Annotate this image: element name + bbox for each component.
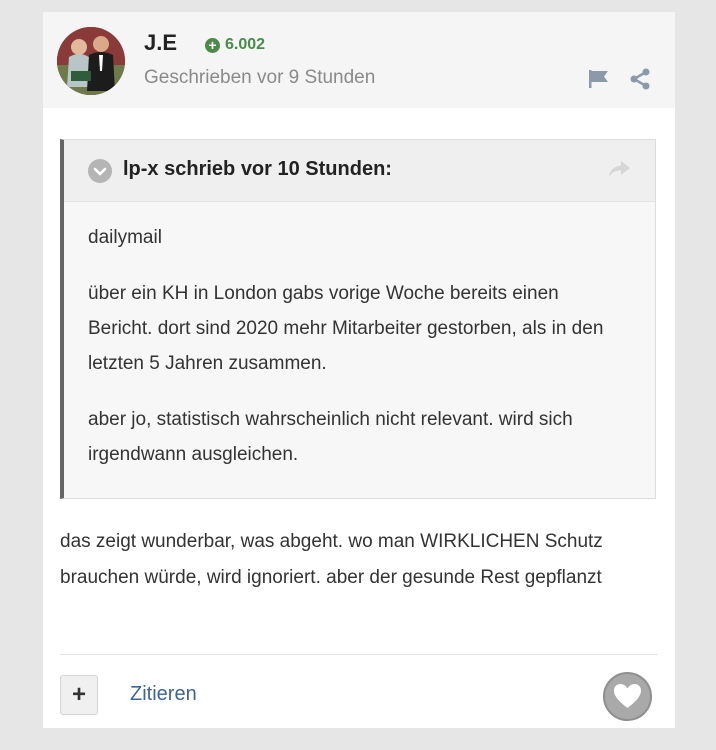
divider (60, 654, 658, 655)
author-avatar[interactable] (57, 27, 125, 95)
author-name[interactable]: J.E (144, 30, 177, 56)
chevron-down-icon[interactable] (88, 159, 112, 183)
quote-paragraph: aber jo, statistisch wahrscheinlich nich… (88, 409, 573, 465)
quote-button[interactable]: Zitieren (130, 683, 197, 706)
multiquote-button[interactable]: + (60, 675, 98, 715)
quote-paragraph: dailymail (88, 227, 162, 248)
quote-citation[interactable]: lp-x schrieb vor 10 Stunden: (123, 158, 392, 181)
heart-icon (614, 684, 641, 708)
quote-header: lp-x schrieb vor 10 Stunden: (64, 140, 655, 202)
post-header: J.E + 6.002 Geschrieben vor 9 Stunden (43, 12, 675, 108)
plus-circle-icon: + (205, 37, 220, 53)
share-icon[interactable] (629, 68, 651, 90)
reputation-badge: + 6.002 (205, 36, 265, 54)
forum-post: J.E + 6.002 Geschrieben vor 9 Stunden lp… (43, 12, 675, 728)
reputation-count: 6.002 (225, 36, 266, 53)
quote-body: dailymail über ein KH in London gabs vor… (88, 220, 628, 493)
like-button[interactable] (603, 672, 652, 721)
post-date[interactable]: Geschrieben vor 9 Stunden (144, 67, 375, 89)
post-content: das zeigt wunderbar, was abgeht. wo man … (60, 524, 660, 596)
quote-paragraph: über ein KH in London gabs vorige Woche … (88, 283, 604, 374)
share-arrow-icon[interactable] (606, 158, 632, 180)
post-text: das zeigt wunderbar, was abgeht. wo man … (60, 531, 603, 588)
quoted-post: lp-x schrieb vor 10 Stunden: dailymail ü… (60, 139, 656, 499)
flag-icon[interactable] (587, 68, 611, 90)
page: J.E + 6.002 Geschrieben vor 9 Stunden lp… (0, 0, 716, 750)
